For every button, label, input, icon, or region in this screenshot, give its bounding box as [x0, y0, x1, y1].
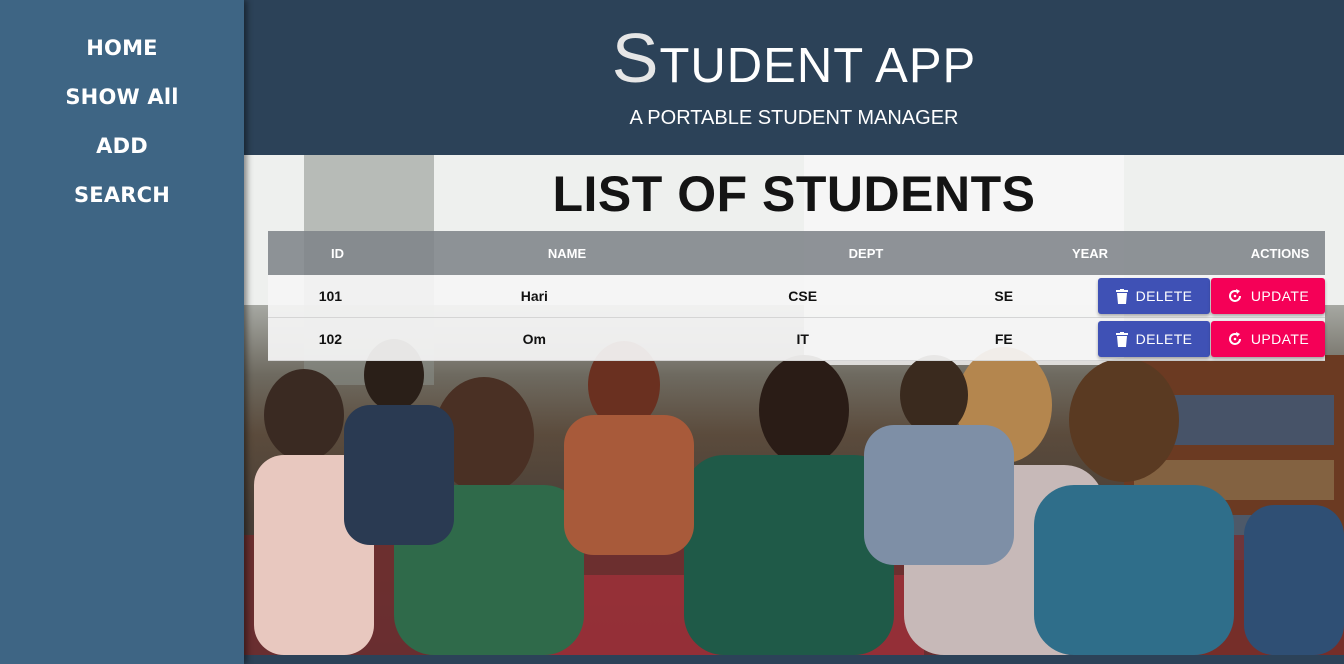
column-header-actions: ACTIONS: [1250, 245, 1310, 261]
nav-search-link[interactable]: SEARCH: [0, 171, 244, 220]
table-row: 101 Hari CSE SE DELETE UPDATE: [268, 275, 1325, 318]
refresh-icon: [1228, 289, 1241, 302]
bottom-strip: [244, 655, 1344, 664]
delete-button-label: DELETE: [1135, 288, 1193, 304]
cell-dept: IT: [796, 331, 809, 347]
trash-icon: [1115, 331, 1128, 347]
cell-actions: DELETE UPDATE: [1098, 321, 1325, 357]
column-header-year: YEAR: [1071, 245, 1109, 261]
cell-actions: DELETE UPDATE: [1098, 278, 1325, 314]
column-header-dept: DEPT: [848, 245, 884, 261]
refresh-icon: [1228, 332, 1241, 345]
table-header: ID NAME DEPT YEAR ACTIONS: [268, 231, 1325, 275]
students-table: ID NAME DEPT YEAR ACTIONS 101 Hari CSE S…: [268, 231, 1325, 361]
app-header: Student app A PORTABLE STUDENT MANAGER: [244, 0, 1344, 155]
delete-button-label: DELETE: [1135, 331, 1193, 347]
app-title: Student app: [244, 18, 1344, 98]
table-row: 102 Om IT FE DELETE UPDATE: [268, 318, 1325, 361]
nav-list: HOME SHOW All ADD SEARCH: [0, 0, 244, 220]
update-button-label: UPDATE: [1250, 331, 1310, 347]
update-button-label: UPDATE: [1250, 288, 1310, 304]
cell-year: SE: [994, 288, 1014, 304]
delete-button[interactable]: DELETE: [1098, 278, 1210, 314]
list-heading: LIST OF STUDENTS: [552, 166, 1036, 222]
nav-add-link[interactable]: ADD: [0, 122, 244, 171]
main-content: LIST OF STUDENTS ID NAME DEPT YEAR ACTIO…: [244, 155, 1344, 655]
nav-home-link[interactable]: HOME: [0, 24, 244, 73]
background-photo: [244, 155, 1344, 655]
update-button[interactable]: UPDATE: [1211, 321, 1325, 357]
trash-icon: [1115, 288, 1128, 304]
app-subtitle: A PORTABLE STUDENT MANAGER: [629, 107, 959, 129]
sidebar: HOME SHOW All ADD SEARCH: [0, 0, 244, 664]
column-header-name: NAME: [547, 245, 587, 261]
cell-dept: CSE: [788, 288, 818, 304]
update-button[interactable]: UPDATE: [1211, 278, 1325, 314]
app-title-rest: tudent app: [659, 39, 977, 93]
delete-button[interactable]: DELETE: [1098, 321, 1210, 357]
cell-name: Hari: [520, 288, 548, 304]
cell-name: Om: [522, 331, 546, 347]
app-title-initial: S: [611, 19, 660, 97]
nav-show-all-link[interactable]: SHOW All: [0, 73, 244, 122]
cell-year: FE: [994, 331, 1013, 347]
